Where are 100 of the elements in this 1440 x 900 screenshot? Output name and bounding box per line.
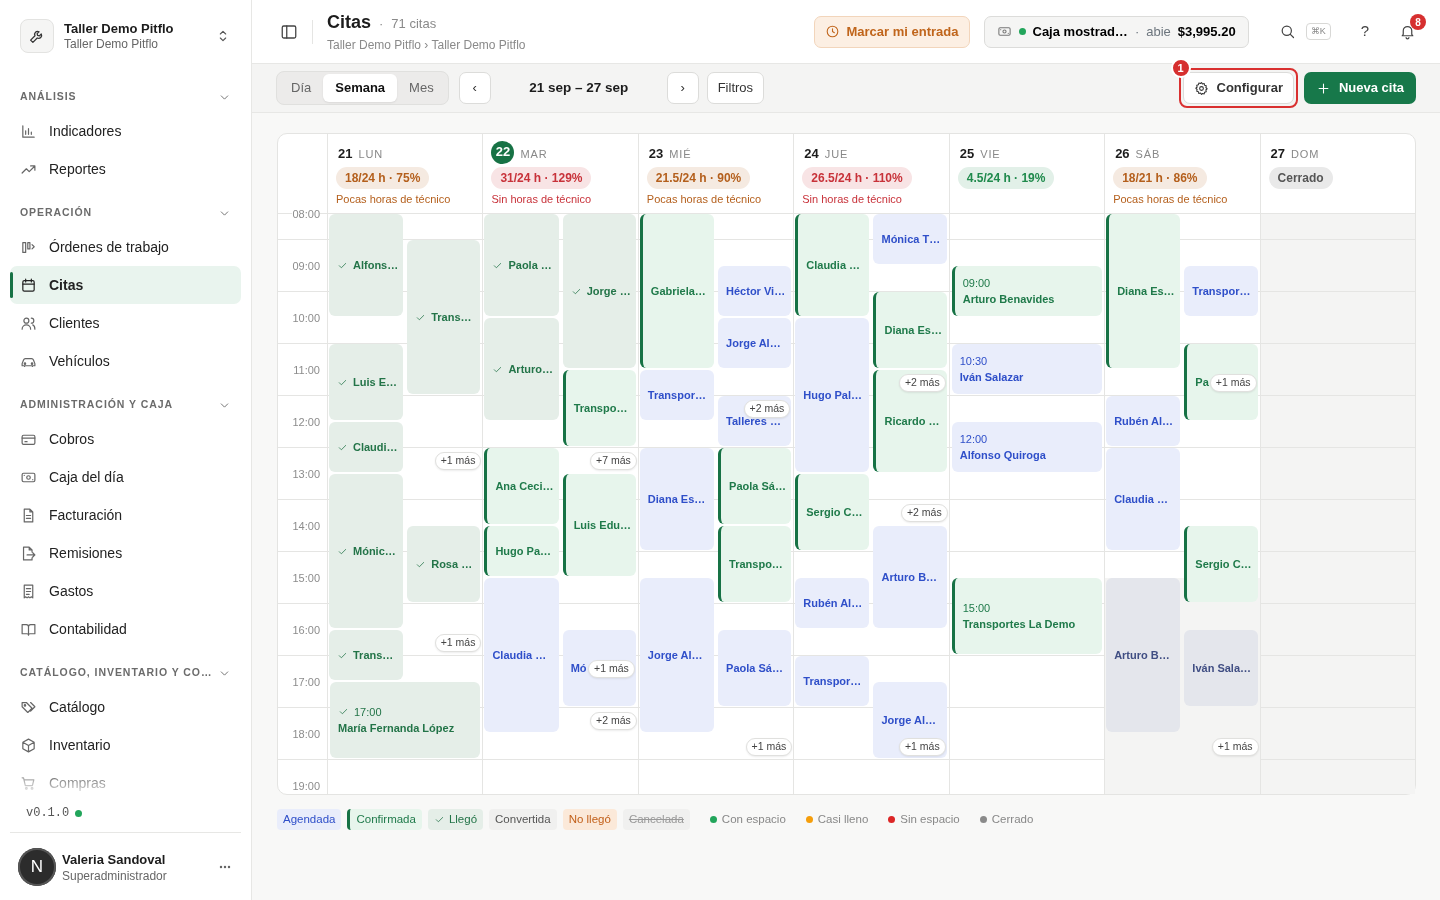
appointment-card[interactable]: Rosa … <box>407 526 481 602</box>
appointment-card[interactable]: Jorge … <box>562 214 636 368</box>
view-tab[interactable]: Mes <box>397 74 446 102</box>
section-heading: ADMINISTRACIÓN Y CAJA <box>20 397 174 413</box>
appointment-card[interactable]: Luis E… <box>329 344 404 420</box>
appointment-card[interactable]: Paola Sá… <box>718 448 792 524</box>
sidebar-item[interactable]: Cobros <box>10 420 241 458</box>
configure-button[interactable]: Configurar <box>1182 72 1294 104</box>
appointment-card[interactable]: Hugo Pal… <box>795 318 870 472</box>
appointment-card[interactable]: Sergio C… <box>795 474 870 550</box>
appointment-card[interactable]: Alfons… <box>329 214 404 316</box>
sidebar-item[interactable]: Reportes <box>10 150 241 188</box>
more-button[interactable]: +2 más <box>743 400 791 418</box>
appointment-name: Claudia … <box>1114 491 1168 507</box>
sidebar-item[interactable]: Órdenes de trabajo <box>10 228 241 266</box>
appointment-card[interactable]: Trans… <box>329 630 404 680</box>
more-button[interactable]: +1 más <box>588 660 635 678</box>
filters-button[interactable]: Filtros <box>706 72 765 104</box>
sidebar-item[interactable]: Citas <box>10 266 241 304</box>
appointment-card[interactable]: +2 más Ricardo … <box>873 370 947 472</box>
more-button[interactable]: +1 más <box>898 738 946 756</box>
appointment-card[interactable]: Diana Es… <box>1106 214 1181 368</box>
appointment-card[interactable]: Rubén Al… <box>795 578 870 628</box>
appointment-card[interactable]: 10:30 Iván Salazar <box>951 344 1103 394</box>
appointment-card[interactable]: Jorge Al… <box>639 578 715 732</box>
view-tab[interactable]: Semana <box>323 74 398 102</box>
more-button[interactable]: +1 más <box>434 634 482 652</box>
appointment-card[interactable]: Paola Sá… <box>718 630 792 706</box>
appointment-card[interactable]: Transpor… <box>795 656 870 706</box>
more-button[interactable]: +7 más <box>590 452 637 470</box>
appointment-card[interactable]: Mónic… <box>329 474 404 628</box>
more-button[interactable]: +1 más <box>745 738 793 756</box>
appointment-name: Transpor… <box>647 387 706 403</box>
appointment-card[interactable]: 15:00 Transportes La Demo <box>951 578 1103 654</box>
status-legend-chip: Agendada <box>277 809 342 831</box>
appointment-card[interactable]: Gabriela… <box>639 214 715 368</box>
appointment-card[interactable]: Mónica T… <box>873 214 947 264</box>
hour-label: 11:00 <box>293 363 320 377</box>
help-button[interactable]: ? <box>1360 20 1369 43</box>
appointment-card[interactable]: Hugo Pa… <box>484 526 559 576</box>
next-button[interactable]: › <box>666 72 699 104</box>
appointment-card[interactable]: 09:00 Arturo Benavides <box>951 266 1103 316</box>
appointment-name: Transpor… <box>803 673 862 689</box>
sidebar-item[interactable]: Inventario <box>10 726 241 764</box>
sidebar-item[interactable]: Caja del día <box>10 458 241 496</box>
day-number: 25 <box>958 145 975 164</box>
appointment-card[interactable]: Jorge Al… +1 más <box>873 682 947 758</box>
sidebar-item[interactable]: Indicadores <box>10 112 241 150</box>
appointment-card[interactable]: Paola … <box>484 214 559 316</box>
more-button[interactable]: +1 más <box>1211 738 1259 756</box>
sidebar-item[interactable]: Remisiones <box>10 534 241 572</box>
more-button[interactable]: +1 más <box>434 452 482 470</box>
sidebar-item[interactable]: Clientes <box>10 304 241 342</box>
cash-register-button[interactable]: Caja mostrad… · abie $3,995.20 <box>983 15 1249 48</box>
appointment-card[interactable]: Claudia … <box>1106 448 1181 550</box>
date-range: 21 sep – 27 sep <box>528 78 630 97</box>
appointment-name: Mó <box>570 660 587 676</box>
sidebar-item[interactable]: Gastos <box>10 572 241 610</box>
appointment-card[interactable]: Transpo… <box>718 526 792 602</box>
appointment-card[interactable]: Claudia … <box>484 578 559 732</box>
appointment-card[interactable]: Trans… <box>407 240 481 394</box>
appointment-card[interactable]: Luis Edu… <box>562 474 636 576</box>
appointment-card[interactable]: Pa +1 más <box>1184 344 1258 420</box>
appointment-card[interactable]: Jorge Al… <box>718 318 792 368</box>
previous-button[interactable]: ‹ <box>458 72 491 104</box>
appointment-card[interactable]: Sergio C… <box>1184 526 1258 602</box>
appointment-card[interactable]: Arturo… <box>484 318 559 420</box>
appointment-card[interactable]: Diana Es… <box>639 448 715 550</box>
appointment-card[interactable]: 12:00 Alfonso Quiroga <box>951 422 1103 472</box>
appointment-card[interactable]: Arturo B… <box>1106 578 1181 732</box>
appointment-card[interactable]: Diana Es… <box>873 292 947 368</box>
more-button[interactable]: +2 más <box>900 504 948 522</box>
view-tab[interactable]: Día <box>279 74 324 102</box>
appointment-card[interactable]: Ana Ceci… <box>484 448 559 524</box>
more-button[interactable]: +2 más <box>590 712 637 730</box>
page-title: Citas <box>327 11 371 34</box>
section-heading: ANÁLISIS <box>20 89 77 105</box>
appointment-card[interactable]: Mó +1 más <box>562 630 636 706</box>
appointment-card[interactable]: Transpor… <box>639 370 715 420</box>
clock-in-button[interactable]: Marcar mi entrada <box>813 15 970 48</box>
appointment-card[interactable]: Transpor… <box>1184 266 1258 316</box>
sidebar-item[interactable]: Facturación <box>10 496 241 534</box>
more-button[interactable]: +2 más <box>898 374 946 392</box>
sidebar-item[interactable]: Catálogo <box>10 688 241 726</box>
more-button[interactable]: +1 más <box>1209 374 1257 392</box>
sidebar-item[interactable]: Vehículos <box>10 342 241 380</box>
appointment-card[interactable]: Transpo… <box>562 370 636 446</box>
notifications-button[interactable]: 8 <box>1399 14 1426 40</box>
appointment-card[interactable]: +2 más Talleres … <box>718 396 792 446</box>
sidebar-toggle-icon[interactable] <box>280 22 298 41</box>
status-legend-chip: Confirmada <box>347 809 422 831</box>
appointment-card[interactable]: Héctor Vi… <box>718 266 792 316</box>
new-appointment-button[interactable]: Nueva cita <box>1303 72 1416 104</box>
sidebar-item[interactable]: Contabilidad <box>10 610 241 648</box>
appointment-card[interactable]: Arturo B… <box>873 526 947 628</box>
appointment-card[interactable]: Rubén Al… <box>1106 396 1181 446</box>
appointment-card[interactable]: Claudia … <box>795 214 870 316</box>
appointment-card[interactable]: Claudi… <box>329 422 404 472</box>
appointment-card[interactable]: Iván Sala… <box>1184 630 1258 706</box>
appointment-card[interactable]: 17:00 María Fernanda López <box>330 682 481 758</box>
